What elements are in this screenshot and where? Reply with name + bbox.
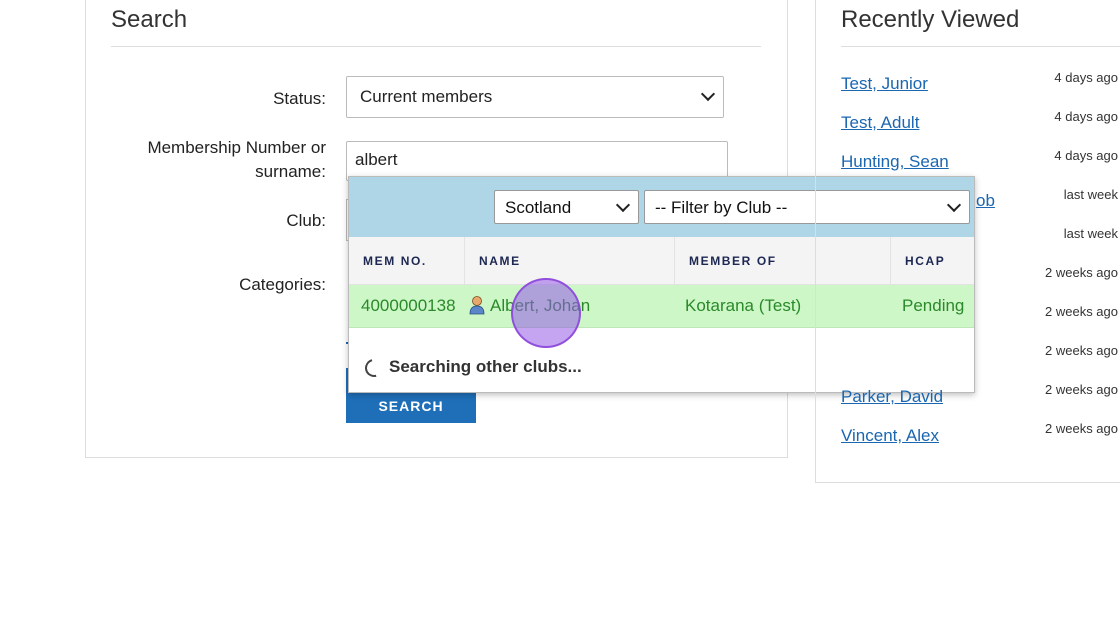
- categories-label: Categories:: [239, 275, 326, 294]
- chevron-down-icon: [615, 197, 631, 213]
- recent-item-time: 4 days ago: [1054, 109, 1118, 124]
- status-label: Status:: [273, 89, 326, 108]
- surname-label-line2: surname:: [255, 162, 326, 181]
- divider: [111, 46, 761, 47]
- recent-item-time: last week: [1063, 226, 1118, 241]
- recent-item-link[interactable]: Hunting, Sean: [841, 152, 949, 172]
- recent-item-link[interactable]: Test, Adult: [841, 113, 919, 133]
- chevron-down-icon: [700, 86, 716, 102]
- loading-spinner-icon: [361, 355, 387, 381]
- region-select-value: Scotland: [505, 198, 572, 217]
- divider: [841, 46, 1120, 47]
- recent-item-time: 4 days ago: [1054, 70, 1118, 85]
- surname-label: Membership Number or surname:: [120, 136, 326, 184]
- recent-item-link[interactable]: Test, Junior: [841, 74, 928, 94]
- recent-item-link[interactable]: ob: [976, 191, 995, 211]
- club-label: Club:: [286, 211, 326, 230]
- column-header-mem-no: MEM NO.: [349, 237, 465, 285]
- recent-item-time: 4 days ago: [1054, 148, 1118, 163]
- recent-item-time: 2 weeks ago: [1045, 265, 1118, 280]
- status-select[interactable]: Current members: [346, 76, 724, 118]
- recent-item-link[interactable]: Vincent, Alex: [841, 426, 939, 446]
- recent-item-time: 2 weeks ago: [1045, 421, 1118, 436]
- club-filter-value: -- Filter by Club --: [655, 198, 788, 217]
- result-mem-no: 4000000138: [361, 296, 456, 315]
- surname-search-input[interactable]: albert: [346, 141, 728, 181]
- result-member-of: Kotarana (Test): [685, 296, 802, 315]
- recent-item-link[interactable]: Parker, David: [841, 387, 943, 407]
- recent-item-time: 2 weeks ago: [1045, 343, 1118, 358]
- recent-item-time: 2 weeks ago: [1045, 382, 1118, 397]
- searching-status: Searching other clubs...: [389, 357, 582, 376]
- surname-input-value: albert: [355, 150, 398, 169]
- region-select[interactable]: Scotland: [494, 190, 639, 224]
- click-indicator: [511, 278, 581, 348]
- recent-item-time: 2 weeks ago: [1045, 304, 1118, 319]
- surname-label-line1: Membership Number or: [147, 138, 326, 157]
- recent-item-time: last week: [1063, 187, 1118, 202]
- status-select-value: Current members: [360, 87, 493, 106]
- search-title: Search: [111, 6, 188, 33]
- member-icon: [469, 296, 485, 315]
- column-header-name: NAME: [465, 237, 675, 285]
- recently-viewed-title: Recently Viewed: [841, 6, 1020, 33]
